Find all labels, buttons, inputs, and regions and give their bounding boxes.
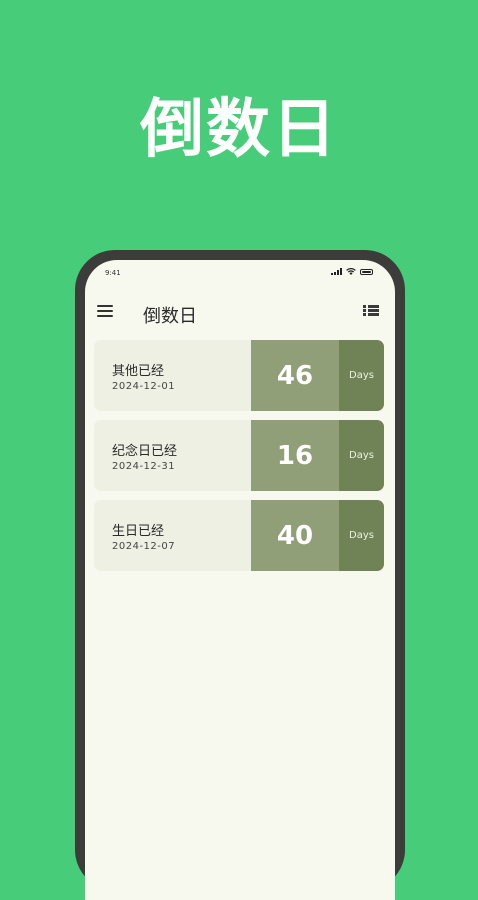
hamburger-menu-icon[interactable] (97, 305, 113, 317)
event-title: 纪念日已经 (112, 444, 178, 459)
event-card[interactable]: 其他已经 2024-12-01 46 Days (94, 340, 384, 411)
event-date: 2024-12-01 (112, 381, 176, 392)
status-icons (331, 268, 373, 275)
event-info: 生日已经 2024-12-07 (94, 500, 251, 571)
app-title: 倒数日 (143, 306, 197, 327)
app-screen: 9:41 倒数日 其他已经 2024-12-01 46 Days 纪念日已经 2… (85, 260, 395, 900)
battery-icon (360, 269, 373, 275)
hero-title: 倒数日 (140, 93, 338, 167)
event-info: 纪念日已经 2024-12-31 (94, 420, 251, 491)
status-time: 9:41 (105, 269, 121, 277)
event-date: 2024-12-07 (112, 541, 176, 552)
event-title: 生日已经 (112, 524, 165, 539)
signal-icon (331, 268, 342, 275)
event-days-count: 16 (251, 420, 339, 491)
status-bar: 9:41 (85, 260, 395, 286)
event-info: 其他已经 2024-12-01 (94, 340, 251, 411)
event-days-unit: Days (339, 500, 384, 571)
event-days-count: 46 (251, 340, 339, 411)
event-days-count: 40 (251, 500, 339, 571)
event-days-unit: Days (339, 420, 384, 491)
event-title: 其他已经 (112, 364, 165, 379)
event-date: 2024-12-31 (112, 461, 176, 472)
event-days-unit: Days (339, 340, 384, 411)
list-view-icon[interactable] (363, 305, 379, 317)
app-bar: 倒数日 (85, 296, 395, 330)
event-card[interactable]: 生日已经 2024-12-07 40 Days (94, 500, 384, 571)
wifi-icon (346, 268, 356, 275)
phone-frame: 9:41 倒数日 其他已经 2024-12-01 46 Days 纪念日已经 2… (75, 250, 405, 900)
event-card[interactable]: 纪念日已经 2024-12-31 16 Days (94, 420, 384, 491)
